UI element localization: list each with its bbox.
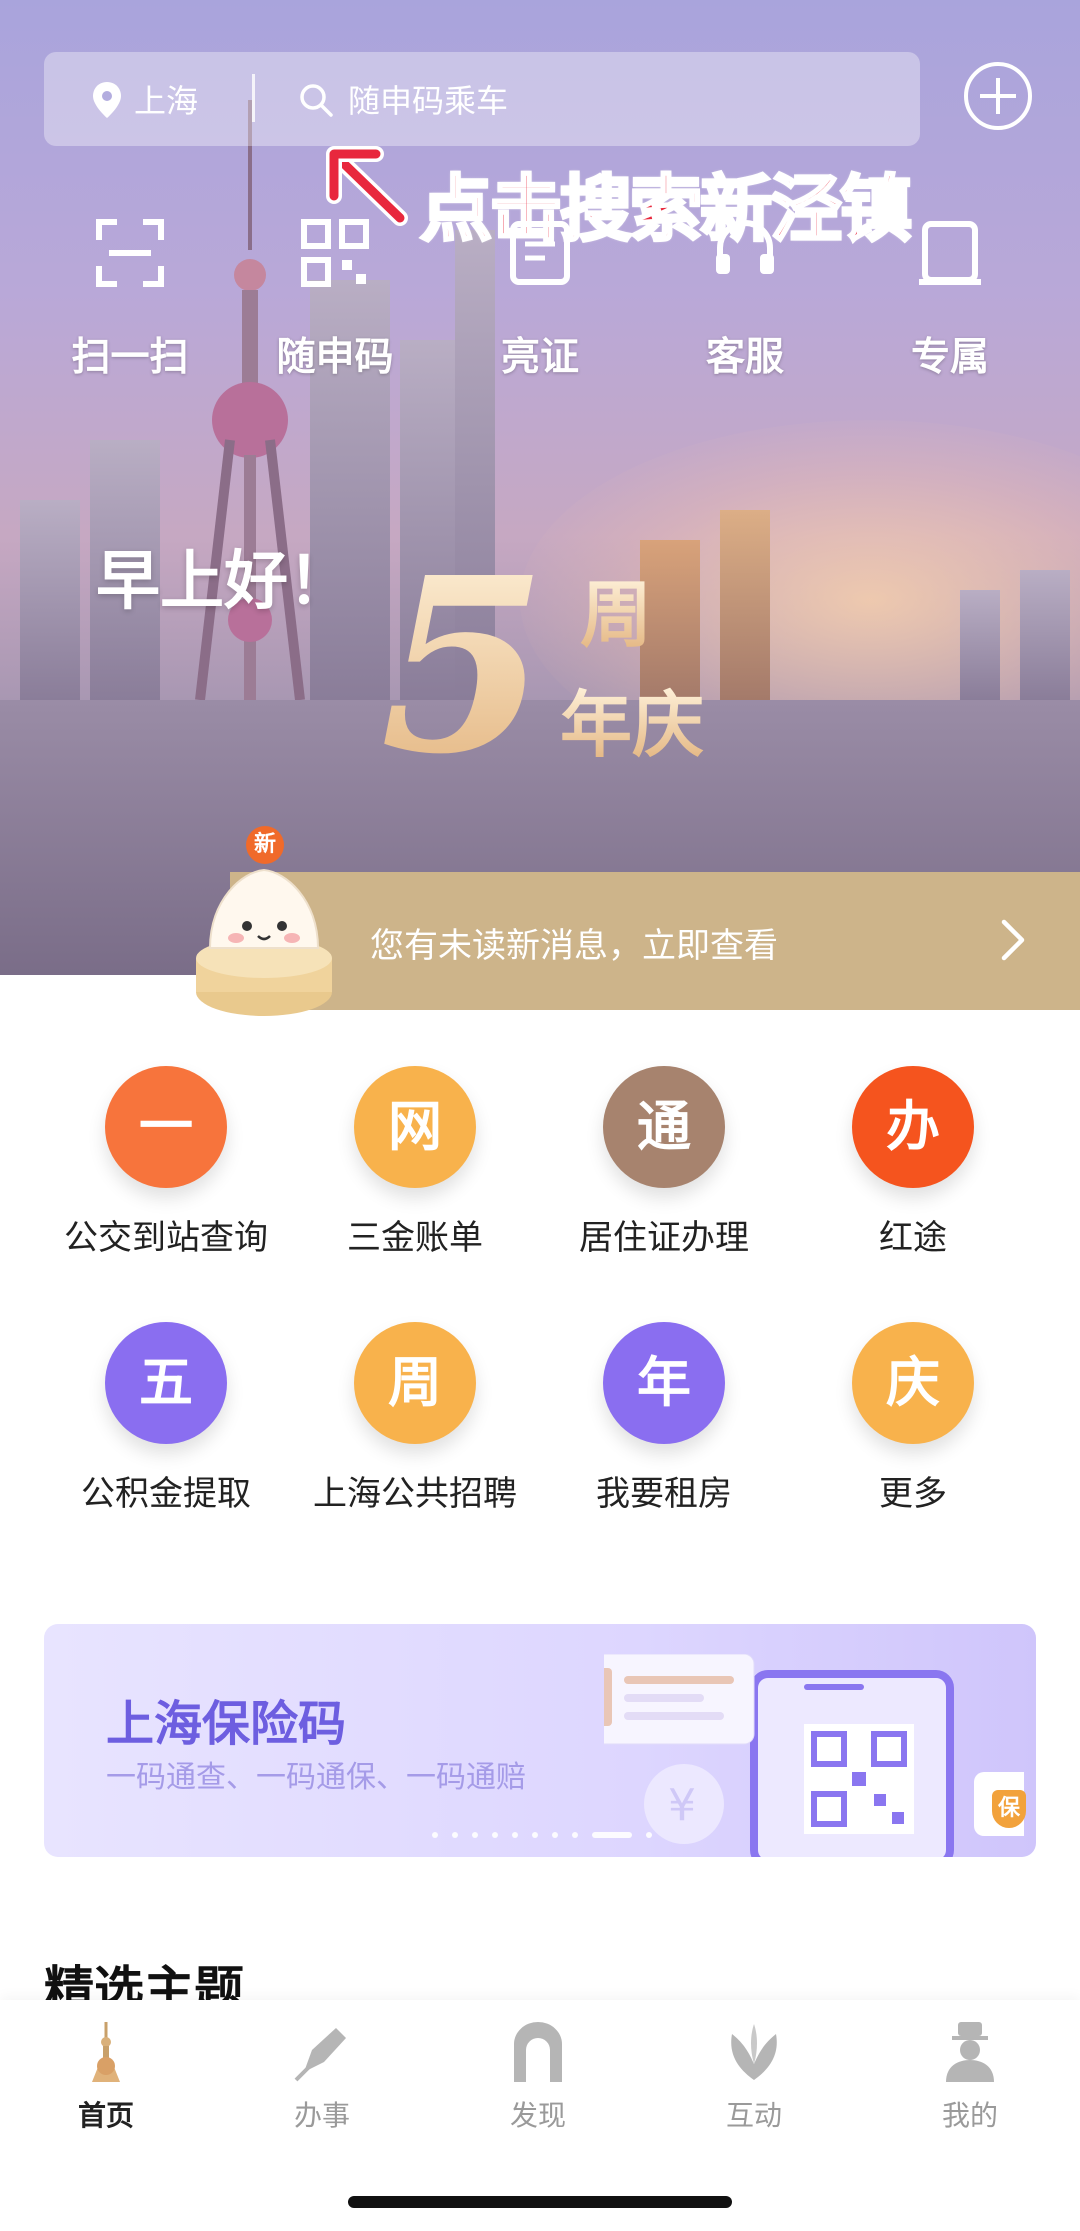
tab-label: 发现 [509,2099,566,2132]
banner-subtitle: 一码通查、一码通保、一码通赔 [106,1760,526,1795]
quick-action-exclusive[interactable]: 专属 [870,218,1030,382]
annotation-arrow-icon [326,146,408,226]
quick-action-qr-code[interactable]: 随申码 [255,218,415,382]
anniversary-text-bottom: 年庆 [560,683,704,767]
pagination-dot [572,1831,578,1838]
new-badge: 新 [246,826,284,864]
tab-interact[interactable]: 互动 [664,2020,844,2134]
pagination-dot [452,1831,458,1838]
qr-code-icon [301,219,369,287]
search-icon [300,84,333,117]
chevron-right-icon [1001,919,1025,961]
search-input[interactable]: 随申码乘车 [348,76,508,122]
svg-text:¥: ¥ [668,1780,696,1831]
service-label: 公交到站查询 [64,1218,268,1258]
quick-action-label: 亮证 [500,335,579,380]
skyline-building [1020,570,1070,700]
anniversary-text-top: 周 [580,573,652,657]
home-indicator [348,2196,732,2208]
quick-action-customer-service[interactable]: 客服 [665,218,825,382]
quick-action-label: 扫一扫 [71,335,189,380]
id-card-icon [510,221,570,285]
service-public-jobs[interactable]: 周 上海公共招聘 [305,1322,525,1515]
pagination-dot [552,1831,558,1838]
interact-flower-icon [731,2024,777,2080]
tab-profile[interactable]: 我的 [880,2020,1060,2134]
tab-services[interactable]: 办事 [232,2020,412,2134]
tab-label: 我的 [941,2099,998,2132]
pagination-dot [472,1831,478,1838]
service-icon: 五 [105,1322,227,1444]
greeting-text: 早上好！ [96,545,352,619]
pagination-dot [646,1831,652,1838]
banner-title: 上海保险码 [106,1696,347,1752]
service-label: 上海公共招聘 [313,1474,517,1514]
pagination-dot [492,1831,498,1838]
tab-label: 首页 [77,2099,134,2132]
pagination-dot [512,1831,518,1838]
service-label: 公积金提取 [81,1474,251,1514]
quick-action-id-card[interactable]: 亮证 [460,218,620,382]
service-more[interactable]: 庆 更多 [803,1322,1023,1515]
pagination-dot [432,1831,438,1838]
location-pin-icon [93,82,121,118]
search-bar[interactable]: 上海 随申码乘车 [44,52,920,146]
service-label: 更多 [879,1474,947,1514]
service-rent-house[interactable]: 年 我要租房 [554,1322,774,1515]
tab-discover[interactable]: 发现 [448,2020,628,2134]
phone-qr-illustration: ¥ [604,1654,1024,1857]
pagination-dot-active [592,1831,632,1838]
exclusive-icon [919,221,981,285]
insurance-badge: 保 [992,1790,1026,1828]
home-tower-icon [92,2022,120,2082]
service-icon: 通 [603,1066,725,1188]
pagination-dot [532,1831,538,1838]
service-icon: 网 [354,1066,476,1188]
insurance-code-banner[interactable]: 上海保险码 一码通查、一码通保、一码通赔 ¥ 保 [44,1624,1036,1857]
service-residence-permit[interactable]: 通 居住证办理 [554,1066,774,1259]
service-label: 红途 [879,1218,947,1258]
service-bill[interactable]: 网 三金账单 [305,1066,525,1259]
discover-arch-icon [514,2022,562,2082]
service-icon: 办 [852,1066,974,1188]
service-red-route[interactable]: 办 红途 [803,1066,1023,1259]
hero-banner: 上海 随申码乘车 点击搜索新泾镇 扫一扫 随申码 亮证 客服 专属 早上好！ 5… [0,0,1080,975]
service-label: 三金账单 [347,1218,483,1258]
search-divider [252,74,255,122]
service-icon: 年 [603,1322,725,1444]
scan-icon [96,219,164,287]
add-button[interactable] [964,62,1032,130]
service-label: 我要租房 [596,1474,732,1514]
anniversary-number: 5 [380,525,547,800]
quick-action-scan[interactable]: 扫一扫 [50,218,210,382]
unread-message-bar[interactable]: 您有未读新消息，立即查看 [230,872,1080,1010]
service-bus-arrival[interactable]: 一 公交到站查询 [56,1066,276,1259]
skyline-building [960,590,1000,700]
service-housing-fund[interactable]: 五 公积金提取 [56,1322,276,1515]
service-icon: 周 [354,1322,476,1444]
profile-icon [946,2022,994,2082]
customer-service-icon [716,220,774,274]
anniversary-logo: 5 周 年庆 [380,525,704,800]
service-icon: 一 [105,1066,227,1188]
quick-action-label: 随申码 [276,335,394,380]
service-icon: 庆 [852,1322,974,1444]
banner-pagination [432,1824,666,1838]
skyline-building [20,500,80,700]
quick-action-label: 专属 [910,335,989,380]
service-label: 居住证办理 [579,1218,749,1258]
quick-action-label: 客服 [705,335,784,380]
unread-message-text: 您有未读新消息，立即查看 [370,926,778,966]
city-selector[interactable]: 上海 [134,76,198,122]
tab-label: 办事 [293,2099,350,2132]
tab-home[interactable]: 首页 [16,2020,196,2134]
tab-label: 互动 [725,2099,782,2132]
pen-icon [294,2028,346,2082]
